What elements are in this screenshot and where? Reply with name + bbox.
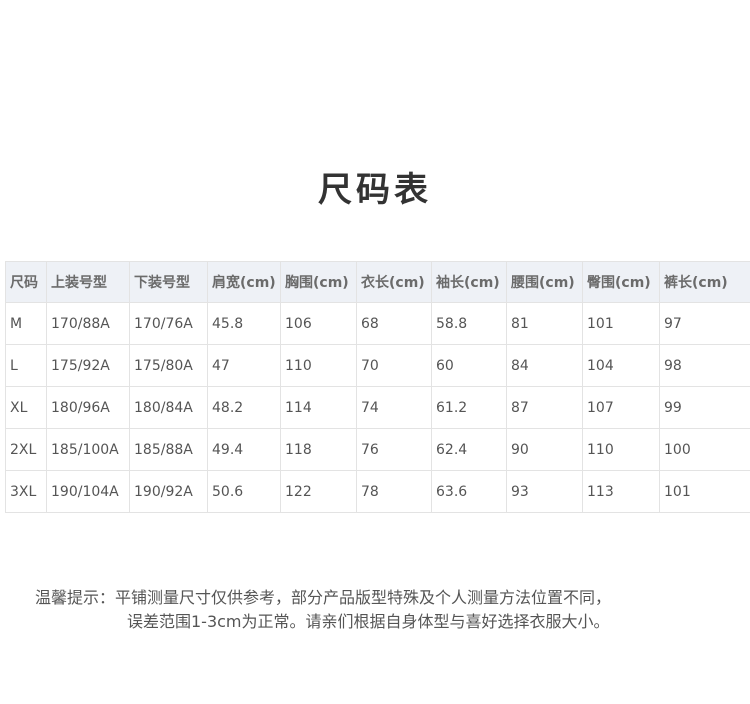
table-cell: 63.6 — [431, 470, 507, 513]
table-cell: 107 — [582, 386, 660, 429]
table-cell: 47 — [207, 344, 281, 387]
table-cell: 113 — [582, 470, 660, 513]
reminder-line-1: 温馨提示：平铺测量尺寸仅供参考，部分产品版型特殊及个人测量方法位置不同， — [35, 588, 612, 607]
table-cell: 180/96A — [46, 386, 130, 429]
table-cell: 74 — [356, 386, 432, 429]
header-size: 尺码 — [5, 261, 47, 303]
table-cell: 114 — [280, 386, 357, 429]
table-row: XL 180/96A 180/84A 48.2 114 74 61.2 87 1… — [5, 386, 750, 429]
reminder-note: 温馨提示：平铺测量尺寸仅供参考，部分产品版型特殊及个人测量方法位置不同， 误差范… — [35, 586, 735, 634]
table-cell: 48.2 — [207, 386, 281, 429]
table-row: L 175/92A 175/80A 47 110 70 60 84 104 98 — [5, 344, 750, 387]
table-cell: 122 — [280, 470, 357, 513]
table-cell: 98 — [659, 344, 750, 387]
table-row: 3XL 190/104A 190/92A 50.6 122 78 63.6 93… — [5, 470, 750, 513]
table-cell: 106 — [280, 302, 357, 345]
table-cell: 104 — [582, 344, 660, 387]
table-cell: 2XL — [5, 428, 47, 471]
table-cell: 68 — [356, 302, 432, 345]
table-cell: 81 — [506, 302, 583, 345]
reminder-line-2: 误差范围1-3cm为正常。请亲们根据自身体型与喜好选择衣服大小。 — [127, 612, 610, 631]
table-row: M 170/88A 170/76A 45.8 106 68 58.8 81 10… — [5, 302, 750, 345]
table-header-row: 尺码 上装号型 下装号型 肩宽(cm) 胸围(cm) 衣长(cm) 袖长(cm)… — [5, 261, 750, 303]
header-top-fit: 上装号型 — [46, 261, 130, 303]
table-cell: 84 — [506, 344, 583, 387]
table-cell: 61.2 — [431, 386, 507, 429]
table-cell: 3XL — [5, 470, 47, 513]
table-cell: 93 — [506, 470, 583, 513]
table-cell: XL — [5, 386, 47, 429]
table-cell: 97 — [659, 302, 750, 345]
table-cell: 110 — [280, 344, 357, 387]
header-chest: 胸围(cm) — [280, 261, 357, 303]
table-cell: M — [5, 302, 47, 345]
table-cell: 60 — [431, 344, 507, 387]
table-cell: L — [5, 344, 47, 387]
table-cell: 70 — [356, 344, 432, 387]
table-cell: 45.8 — [207, 302, 281, 345]
table-cell: 49.4 — [207, 428, 281, 471]
table-cell: 50.6 — [207, 470, 281, 513]
header-hip: 臀围(cm) — [582, 261, 660, 303]
table-cell: 78 — [356, 470, 432, 513]
table-cell: 190/104A — [46, 470, 130, 513]
table-cell: 100 — [659, 428, 750, 471]
table-row: 2XL 185/100A 185/88A 49.4 118 76 62.4 90… — [5, 428, 750, 471]
table-cell: 62.4 — [431, 428, 507, 471]
table-cell: 185/88A — [129, 428, 208, 471]
table-cell: 110 — [582, 428, 660, 471]
table-cell: 170/76A — [129, 302, 208, 345]
size-table: 尺码 上装号型 下装号型 肩宽(cm) 胸围(cm) 衣长(cm) 袖长(cm)… — [5, 261, 750, 513]
page-title: 尺码表 — [318, 170, 432, 210]
table-cell: 99 — [659, 386, 750, 429]
table-cell: 101 — [659, 470, 750, 513]
header-length: 衣长(cm) — [356, 261, 432, 303]
table-cell: 180/84A — [129, 386, 208, 429]
table-cell: 190/92A — [129, 470, 208, 513]
header-sleeve: 袖长(cm) — [431, 261, 507, 303]
table-cell: 87 — [506, 386, 583, 429]
table-cell: 90 — [506, 428, 583, 471]
table-cell: 175/80A — [129, 344, 208, 387]
table-cell: 58.8 — [431, 302, 507, 345]
table-cell: 76 — [356, 428, 432, 471]
table-cell: 118 — [280, 428, 357, 471]
table-cell: 170/88A — [46, 302, 130, 345]
table-cell: 185/100A — [46, 428, 130, 471]
header-shoulder: 肩宽(cm) — [207, 261, 281, 303]
table-cell: 175/92A — [46, 344, 130, 387]
header-bottom-fit: 下装号型 — [129, 261, 208, 303]
header-pant-length: 裤长(cm) — [659, 261, 750, 303]
table-cell: 101 — [582, 302, 660, 345]
header-waist: 腰围(cm) — [506, 261, 583, 303]
